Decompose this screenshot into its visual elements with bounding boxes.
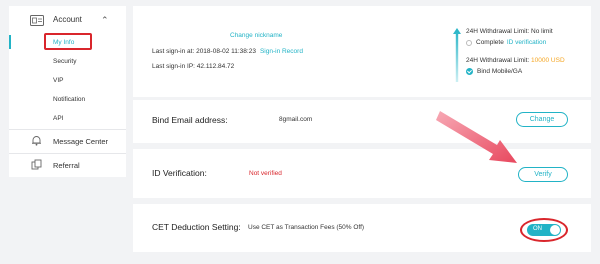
sidebar-item-message-center[interactable]: Message Center [9,130,126,152]
sidebar-item-notification[interactable]: Notification [9,92,126,106]
last-signin-at-text: Last sign-in at: 2018-08-02 11:38:23 [152,48,256,55]
sidebar-item-api[interactable]: API [9,111,126,125]
withdrawal-limits: 24H Withdrawal Limit: No limit Complete … [453,26,583,88]
sidebar-item-my-info[interactable]: My Info [9,33,126,50]
sidebar-item-referral[interactable]: Referral [9,154,126,176]
cet-toggle-switch[interactable]: ON [527,224,561,236]
email-title: Bind Email address: [152,115,228,125]
bind-mobile-label: Bind Mobile/GA [477,68,523,75]
id-card-icon [30,15,44,26]
toggle-on-label: ON [533,226,542,232]
chevron-up-icon[interactable]: ⌃ [101,15,109,25]
verify-button[interactable]: Verify [518,167,568,182]
sidebar-account-header[interactable]: Account ⌃ [9,12,126,30]
sidebar-item-label: API [53,115,64,122]
cet-description: Use CET as Transaction Fees (50% Off) [248,224,365,231]
withdrawal-limit-1: 24H Withdrawal Limit: No limit [466,28,553,35]
sidebar-item-label: Security [53,58,77,65]
sidebar-message-center-label: Message Center [53,137,109,146]
last-signin-time: Last sign-in at: 2018-08-02 11:38:23 Sign… [152,48,303,55]
signin-record-link[interactable]: Sign-in Record [260,48,303,55]
account-sidebar: Account ⌃ My Info Security VIP Notificat… [9,6,126,177]
last-signin-ip: Last sign-in IP: 42.112.84.72 [152,63,235,70]
sidebar-item-label: Notification [53,96,86,103]
verification-status: Not verified [249,170,282,177]
sidebar-item-label: VIP [53,77,64,84]
check-circle-icon [466,68,473,75]
withdrawal-limit-2-value: 10000 USD [531,57,565,64]
sidebar-item-vip[interactable]: VIP [9,73,126,87]
withdrawal-limit-2-prefix: 24H Withdrawal Limit: [466,57,530,64]
complete-prefix: Complete [476,39,504,46]
cet-deduction-card: CET Deduction Setting: Use CET as Transa… [133,204,591,252]
id-verification-card: ID Verification: Not verified Verify [133,149,591,198]
withdrawal-limit-2: 24H Withdrawal Limit: 10000 USD [466,57,565,64]
change-nickname-link[interactable]: Change nickname [230,32,282,39]
id-verification-title: ID Verification: [152,168,207,178]
arrow-up-icon [453,28,461,82]
cet-title: CET Deduction Setting: [152,222,241,232]
sidebar-account-label: Account [53,15,82,24]
change-email-button[interactable]: Change [516,112,568,127]
toggle-knob [550,225,560,235]
referral-icon [31,159,42,170]
sidebar-item-label: My Info [53,39,75,46]
bell-icon [32,136,41,146]
complete-id-verification: Complete ID verification [466,39,546,46]
id-verification-link[interactable]: ID verification [507,39,546,46]
unchecked-icon [466,39,472,46]
sidebar-referral-label: Referral [53,161,80,170]
email-card: Bind Email address: 8gmail.com Change [133,100,591,143]
sidebar-item-security[interactable]: Security [9,54,126,68]
profile-card: Change nickname Last sign-in at: 2018-08… [133,6,591,97]
bind-mobile-ga: Bind Mobile/GA [466,68,522,75]
active-indicator [9,35,11,49]
email-value: 8gmail.com [279,116,313,123]
